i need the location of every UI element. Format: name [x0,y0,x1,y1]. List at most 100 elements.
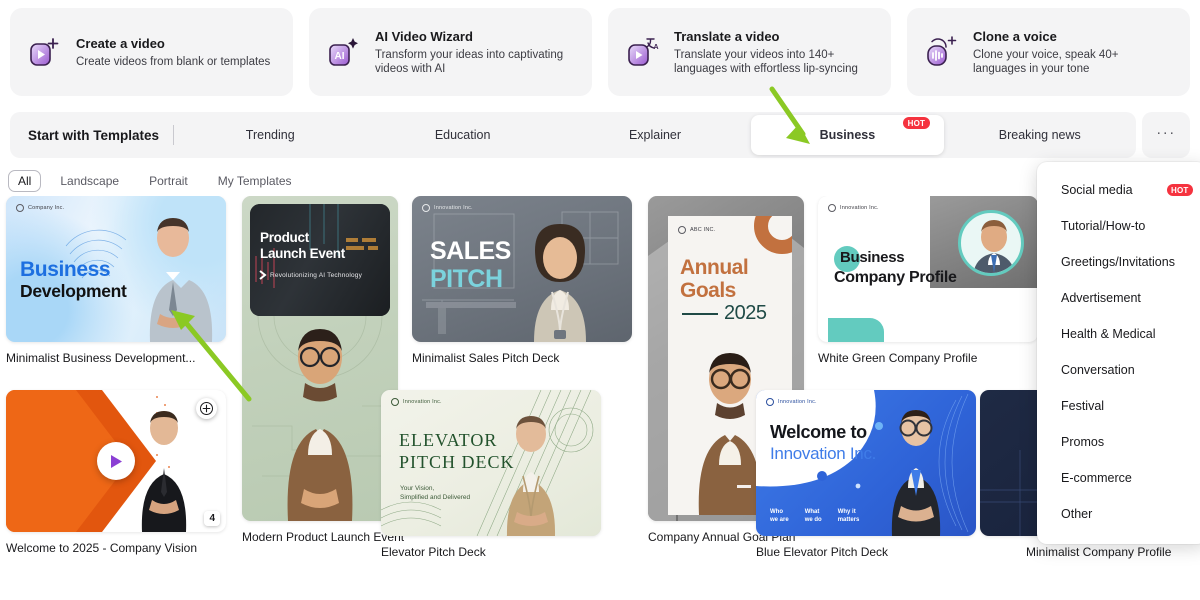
decorative-shape [828,318,884,342]
plus-circle-icon [200,402,213,415]
chevron-right-icon [259,270,267,280]
category-tabs: Trending Education Explainer Business HO… [174,112,1136,158]
menu-item-label: Conversation [1061,363,1135,377]
play-button[interactable] [97,442,135,480]
template-card[interactable]: Innovation Inc. Business Company Profile [814,196,1050,365]
action-card-subtitle: Transform your ideas into captivating vi… [375,48,564,75]
filter-my-templates[interactable]: My Templates [207,171,303,191]
template-thumbnail[interactable]: 4 [6,390,226,532]
action-card-create-video[interactable]: Create a video Create videos from blank … [10,8,293,96]
menu-item-social-media[interactable]: Social media HOT [1037,172,1200,208]
template-card[interactable]: Innovation Inc. ELEVATOR PITCH DECK Your… [377,390,601,559]
template-grid: Company Inc. Business Development Minima… [0,196,1200,594]
thumbnail-title-line1: Annual [680,256,749,279]
brand-logo-icon [828,204,836,212]
thumbnail-title-line2: Development [20,281,127,301]
template-thumbnail[interactable]: Innovation Inc. Welcome to Innovation In… [756,390,976,536]
hot-badge: HOT [1166,184,1193,196]
scene-count-badge: 4 [204,511,220,526]
thumbnail-title-line2: Company Profile [834,269,957,286]
template-card[interactable]: Innovation Inc. SALES PITCH Minimalist S… [408,196,644,365]
thumbnail-title-line2: PITCH [430,265,503,293]
brand-name: Innovation Inc. [434,205,473,211]
svg-text:AI: AI [335,51,345,62]
thumbnail-title-line2: Innovation Inc. [770,444,877,463]
brand-name: ABC INC. [690,227,716,233]
menu-item-label: Health & Medical [1061,327,1156,341]
play-icon [111,454,122,468]
tab-breaking-news[interactable]: Breaking news [944,112,1136,158]
template-card[interactable]: Innovation Inc. Welcome to Innovation In… [752,390,976,559]
avatar [958,210,1024,276]
brand-logo-icon [678,226,686,234]
thumbnail-title-line1: Business [840,249,905,266]
template-caption: Blue Elevator Pitch Deck [756,545,889,559]
menu-item-promos[interactable]: Promos [1037,424,1200,460]
presenter-figure [891,410,941,536]
tab-trending[interactable]: Trending [174,112,366,158]
menu-item-label: Advertisement [1061,291,1141,305]
thumbnail-subtitle-line2: Simplified and Delivered [400,494,471,501]
filter-all[interactable]: All [8,169,42,192]
add-to-project-button[interactable] [196,398,217,419]
menu-item-conversation[interactable]: Conversation [1037,352,1200,388]
menu-item-health-medical[interactable]: Health & Medical [1037,316,1200,352]
thumbnail-title-line1: Product [260,230,309,245]
hot-badge: HOT [903,117,930,129]
action-card-title: Translate a video [674,28,780,44]
orientation-filters: All Landscape Portrait My Templates [0,162,1200,196]
tag-why-it-matters: Why it matters [838,508,860,524]
more-categories-button[interactable]: ··· [1142,112,1190,158]
presenter-figure [141,411,187,532]
action-card-subtitle: Translate your videos into 140+ language… [674,48,858,75]
tag-what-we-do: What we do [805,508,822,524]
template-row: 4 Welcome to 2025 - Company Vision Innov… [2,390,1200,559]
template-caption: White Green Company Profile [818,351,978,365]
template-thumbnail[interactable]: Company Inc. Business Development [6,196,226,342]
menu-item-greetings-invitations[interactable]: Greetings/Invitations [1037,244,1200,280]
tag-line2: matters [837,517,860,523]
menu-item-label: Tutorial/How-to [1061,219,1146,233]
menu-item-festival[interactable]: Festival [1037,388,1200,424]
filter-landscape[interactable]: Landscape [49,171,130,191]
template-card[interactable]: 4 Welcome to 2025 - Company Vision [2,390,226,555]
translate-video-icon: A [626,35,660,69]
tab-education[interactable]: Education [366,112,558,158]
template-thumbnail[interactable]: Product Launch Event Revolutionizing AI … [242,196,398,521]
thumbnail-brand: Innovation Inc. [766,398,817,406]
template-thumbnail[interactable]: Innovation Inc. Business Company Profile [818,196,1038,342]
menu-item-tutorial-how-to[interactable]: Tutorial/How-to [1037,208,1200,244]
menu-item-e-commerce[interactable]: E-commerce [1037,460,1200,496]
thumbnail-subtitle: Revolutionizing AI Technology [270,272,363,279]
brand-logo-icon [16,204,24,212]
template-caption: Minimalist Sales Pitch Deck [412,351,560,365]
presenter-figure [149,218,213,342]
template-thumbnail[interactable]: Innovation Inc. SALES PITCH [412,196,632,342]
tag-line2: we are [770,517,789,523]
thumbnail-title-line1: Welcome to [770,422,867,442]
action-card-translate-video[interactable]: A Translate a video Translate your video… [608,8,891,96]
tab-explainer[interactable]: Explainer [559,112,751,158]
menu-item-advertisement[interactable]: Advertisement [1037,280,1200,316]
svg-text:A: A [654,44,659,51]
filter-portrait[interactable]: Portrait [138,171,199,191]
template-row: Company Inc. Business Development Minima… [2,196,1200,544]
action-card-title: AI Video Wizard [375,28,473,44]
action-card-ai-video-wizard[interactable]: AI AI Video Wizard Transform your ideas … [309,8,592,96]
menu-item-other[interactable]: Other [1037,496,1200,532]
thumbnail-title-line2: Launch Event [260,246,345,261]
category-tabbar-wrapper: Start with Templates Trending Education … [0,112,1200,162]
template-caption: Minimalist Company Profile [1026,545,1172,559]
presenter-figure [534,224,586,342]
thumbnail-brand: Innovation Inc. [422,204,473,212]
template-thumbnail[interactable]: Innovation Inc. ELEVATOR PITCH DECK Your… [381,390,601,536]
tab-business[interactable]: Business HOT [751,115,944,155]
action-card-clone-voice[interactable]: Clone a voice Clone your voice, speak 40… [907,8,1190,96]
template-card[interactable]: Company Inc. Business Development Minima… [2,196,238,365]
menu-item-label: Other [1061,507,1093,521]
tab-label: Trending [245,128,295,142]
tag-line1: Who [770,509,783,515]
thumbnail-subtitle-line1: Your Vision, [400,485,435,492]
create-video-icon [28,35,62,69]
thumbnail-title-line1: SALES [430,237,511,265]
